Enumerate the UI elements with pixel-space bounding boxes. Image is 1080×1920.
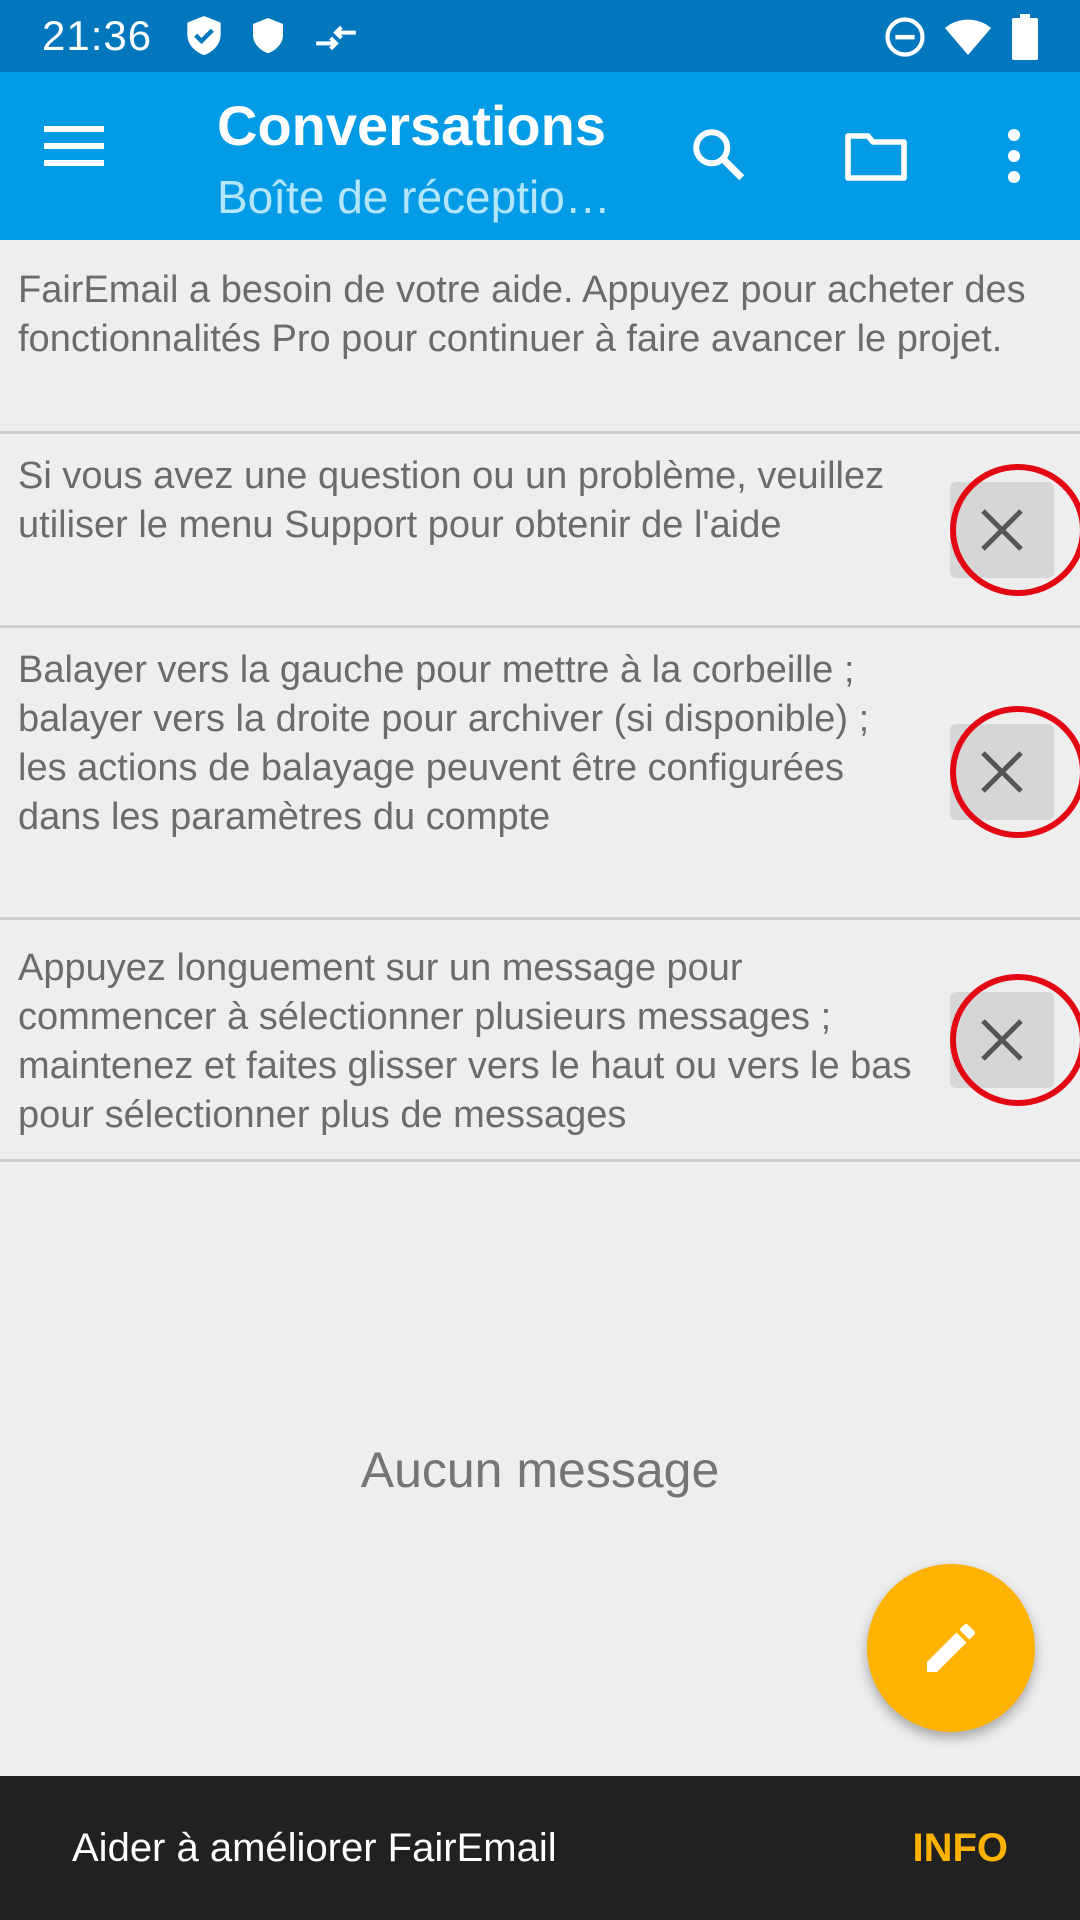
dismiss-swipe-hint-button[interactable] — [950, 724, 1054, 820]
snackbar-info-button[interactable]: INFO — [912, 1824, 1008, 1872]
hint-text: Si vous avez une question ou un problème… — [18, 455, 885, 546]
hint-text: Appuyez longuement sur un message pour c… — [18, 947, 912, 1136]
snackbar-message: Aider à améliorer FairEmail — [72, 1826, 557, 1870]
hint-text: FairEmail a besoin de votre aide. Appuye… — [18, 269, 1026, 360]
status-bar: 21:36 — [0, 0, 1080, 72]
shield-icon — [250, 14, 286, 63]
status-time: 21:36 — [42, 12, 153, 59]
shield-check-icon — [184, 14, 224, 63]
pencil-icon — [927, 1623, 976, 1672]
close-icon — [981, 1019, 1023, 1061]
wifi-icon — [944, 18, 992, 61]
menu-button[interactable] — [44, 124, 124, 188]
do-not-disturb-icon — [884, 16, 926, 63]
hint-list: FairEmail a besoin de votre aide. Appuye… — [0, 240, 1080, 1162]
menu-icon — [44, 126, 104, 166]
search-icon — [693, 129, 745, 181]
snackbar: Aider à améliorer FairEmail INFO — [0, 1776, 1080, 1920]
support-hint: Si vous avez une question ou un problème… — [0, 434, 1080, 628]
folder-icon — [845, 133, 907, 181]
dismiss-support-hint-button[interactable] — [950, 482, 1054, 578]
dismiss-multi-select-hint-button[interactable] — [950, 992, 1054, 1088]
search-button[interactable] — [688, 124, 752, 188]
more-options-button[interactable] — [992, 128, 1036, 188]
multi-select-hint: Appuyez longuement sur un message pour c… — [0, 920, 1080, 1162]
hint-text: Balayer vers la gauche pour mettre à la … — [18, 649, 870, 838]
battery-icon — [1012, 14, 1038, 65]
pro-hint[interactable]: FairEmail a besoin de votre aide. Appuye… — [0, 240, 1080, 434]
swipe-hint: Balayer vers la gauche pour mettre à la … — [0, 628, 1080, 920]
app-bar: Conversations Boîte de réceptio… — [0, 72, 1080, 240]
close-icon — [981, 509, 1023, 551]
app-title: Conversations — [217, 94, 606, 157]
app-subtitle[interactable]: Boîte de réceptio… — [217, 170, 617, 224]
close-icon — [981, 751, 1023, 793]
compose-button[interactable] — [867, 1564, 1035, 1732]
more-vert-icon — [1008, 129, 1020, 183]
transfer-arrows-icon — [314, 20, 358, 61]
folder-button[interactable] — [844, 130, 908, 186]
empty-state: Aucun message — [360, 1442, 720, 1498]
